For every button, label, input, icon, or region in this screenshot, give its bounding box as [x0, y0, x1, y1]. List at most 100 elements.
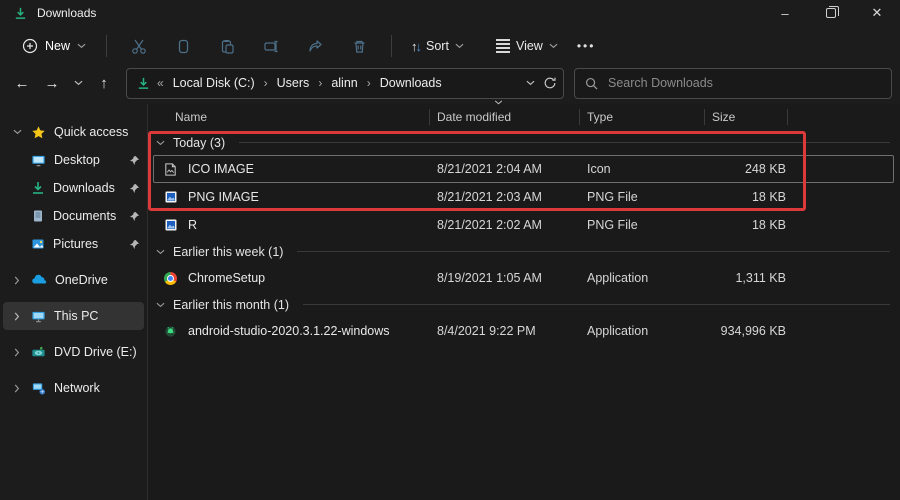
chevron-right-icon[interactable]	[11, 276, 23, 285]
search-box[interactable]	[574, 68, 892, 99]
paste-button[interactable]	[205, 31, 249, 61]
restore-icon	[826, 8, 836, 18]
sidebar-item-label: This PC	[54, 309, 98, 323]
new-label: New	[45, 39, 70, 53]
sidebar-item-documents[interactable]: Documents	[3, 202, 144, 230]
forward-button[interactable]: →	[38, 69, 66, 97]
file-type: PNG File	[580, 218, 705, 232]
group-label: Earlier this week (1)	[173, 245, 283, 259]
sidebar-item-pictures[interactable]: Pictures	[3, 230, 144, 258]
search-icon	[585, 77, 598, 90]
sidebar-item-this-pc[interactable]: This PC	[3, 302, 144, 330]
view-label: View	[516, 39, 543, 53]
command-toolbar: New ↑↓ Sort View •••	[0, 26, 900, 66]
group-divider-line	[239, 142, 890, 143]
group-header-earlier-this-month[interactable]: Earlier this month (1)	[148, 292, 900, 317]
back-button[interactable]: ←	[8, 69, 36, 97]
file-name: ICO IMAGE	[188, 162, 254, 176]
breadcrumb-item-user[interactable]: alinn	[331, 76, 357, 90]
sidebar-item-label: OneDrive	[55, 273, 108, 287]
cut-icon	[131, 38, 148, 55]
sidebar-item-label: Network	[54, 381, 100, 395]
toolbar-separator	[391, 35, 392, 57]
file-name: PNG IMAGE	[188, 190, 259, 204]
sidebar-item-network[interactable]: Network	[3, 374, 144, 402]
sidebar-item-onedrive[interactable]: OneDrive	[3, 266, 144, 294]
refresh-button[interactable]	[543, 76, 557, 90]
chevron-down-icon	[549, 43, 558, 49]
address-dropdown-button[interactable]	[526, 80, 535, 86]
chevron-down-icon[interactable]	[156, 140, 165, 146]
navigation-bar: ← → ↑ « Local Disk (C:) › Users › alinn …	[0, 66, 900, 104]
file-list-pane: Name Date modified Type Size Today (3) I…	[148, 104, 900, 500]
file-date: 8/19/2021 1:05 AM	[430, 271, 580, 285]
group-header-earlier-this-week[interactable]: Earlier this week (1)	[148, 239, 900, 264]
file-row-chromesetup[interactable]: ChromeSetup 8/19/2021 1:05 AM Applicatio…	[148, 264, 900, 292]
copy-button[interactable]	[161, 31, 205, 61]
minimize-button[interactable]: –	[762, 0, 808, 26]
sidebar-item-dvd-drive[interactable]: DVD Drive (E:) ESD-	[3, 338, 144, 366]
share-icon	[307, 38, 324, 55]
file-row-png-image[interactable]: PNG IMAGE 8/21/2021 2:03 AM PNG File 18 …	[148, 183, 900, 211]
group-label: Earlier this month (1)	[173, 298, 289, 312]
close-button[interactable]: ✕	[854, 0, 900, 26]
chevron-down-icon[interactable]	[156, 302, 165, 308]
minimize-icon: –	[781, 6, 788, 21]
png-file-icon	[162, 189, 179, 206]
column-header-date-modified[interactable]: Date modified	[430, 109, 580, 125]
sort-label: Sort	[426, 39, 449, 53]
downloads-folder-icon	[14, 7, 27, 20]
column-header-type[interactable]: Type	[580, 109, 705, 125]
chrome-setup-icon	[162, 270, 179, 287]
breadcrumb-item-users[interactable]: Users	[277, 76, 310, 90]
paste-icon	[219, 38, 236, 55]
view-button[interactable]: View	[487, 33, 567, 59]
column-header-size[interactable]: Size	[705, 109, 788, 125]
sidebar-item-quick-access[interactable]: Quick access	[3, 118, 144, 146]
file-row-ico-image[interactable]: ICO IMAGE 8/21/2021 2:04 AM Icon 248 KB	[153, 155, 894, 183]
restore-button[interactable]	[808, 0, 854, 26]
file-type: Icon	[580, 162, 705, 176]
sort-button[interactable]: ↑↓ Sort	[402, 33, 473, 60]
pin-icon	[129, 155, 140, 166]
plus-circle-icon	[22, 38, 38, 54]
this-pc-icon	[31, 309, 46, 324]
sidebar-item-label: Desktop	[54, 153, 100, 167]
downloads-icon	[31, 181, 45, 195]
star-icon	[31, 125, 46, 140]
chevron-down-icon[interactable]	[156, 249, 165, 255]
chevron-right-icon[interactable]	[11, 312, 23, 321]
delete-button[interactable]	[337, 31, 381, 61]
search-input[interactable]	[608, 76, 881, 90]
cut-button[interactable]	[117, 31, 161, 61]
chevron-right-icon[interactable]	[11, 384, 23, 393]
share-button[interactable]	[293, 31, 337, 61]
file-row-r[interactable]: R 8/21/2021 2:02 AM PNG File 18 KB	[148, 211, 900, 239]
back-icon: ←	[15, 75, 30, 92]
chevron-down-icon[interactable]	[11, 129, 23, 135]
window-title: Downloads	[37, 6, 96, 20]
chevron-right-icon: ›	[367, 76, 371, 90]
rename-button[interactable]	[249, 31, 293, 61]
breadcrumb-item-downloads[interactable]: Downloads	[380, 76, 442, 90]
file-row-android-studio[interactable]: android-studio-2020.3.1.22-windows 8/4/2…	[148, 317, 900, 345]
see-more-button[interactable]: •••	[567, 39, 606, 53]
address-bar[interactable]: « Local Disk (C:) › Users › alinn › Down…	[126, 68, 564, 99]
sidebar-item-downloads[interactable]: Downloads	[3, 174, 144, 202]
group-header-today[interactable]: Today (3)	[148, 130, 900, 155]
file-name: ChromeSetup	[188, 271, 265, 285]
up-button[interactable]: ↑	[90, 69, 118, 97]
new-button[interactable]: New	[12, 32, 96, 60]
chevron-right-icon: ›	[264, 76, 268, 90]
sidebar-item-desktop[interactable]: Desktop	[3, 146, 144, 174]
recent-locations-button[interactable]	[68, 69, 88, 97]
breadcrumb-overflow-icon[interactable]: «	[157, 76, 164, 90]
chevron-right-icon: ›	[318, 76, 322, 90]
breadcrumb-item-drive[interactable]: Local Disk (C:)	[173, 76, 255, 90]
chevron-right-icon[interactable]	[11, 348, 23, 357]
up-icon: ↑	[100, 75, 108, 92]
ico-file-icon	[162, 161, 179, 178]
sort-ascending-icon	[494, 100, 503, 105]
column-header-name[interactable]: Name	[148, 109, 430, 125]
breadcrumb: « Local Disk (C:) › Users › alinn › Down…	[157, 76, 519, 90]
